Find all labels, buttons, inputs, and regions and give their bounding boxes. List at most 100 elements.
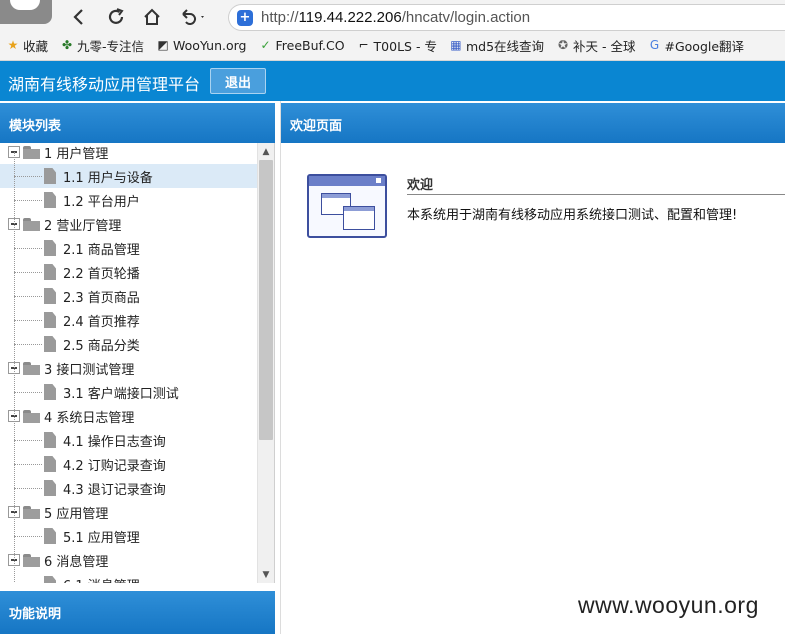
- module-tree: 1 用户管理 1.1 用户与设备 1.2 平台用户 2 营业厅管理 2.1 商品管理 2.…: [0, 143, 257, 583]
- tree-connector: [14, 344, 42, 345]
- url-scheme: http://: [261, 9, 299, 26]
- bookmark-label: T00LS - 专: [373, 38, 437, 54]
- bookmark-item[interactable]: G #Google翻译: [648, 36, 745, 55]
- logout-button[interactable]: 退出: [210, 68, 266, 94]
- tree-leaf-item[interactable]: 2.2 首页轮播: [0, 260, 257, 284]
- tree-folder-item[interactable]: 2 营业厅管理: [0, 212, 257, 236]
- function-desc-header: 功能说明: [0, 591, 275, 634]
- bookmark-item[interactable]: ★ 收藏: [6, 36, 48, 55]
- file-icon: [44, 480, 56, 496]
- reload-icon[interactable]: [103, 4, 129, 30]
- tree-item-label: 6.1 消息管理: [63, 575, 140, 584]
- file-icon: [44, 576, 56, 583]
- wooyun-icon: ◩: [157, 38, 169, 52]
- tree-leaf-item[interactable]: 4.3 退订记录查询: [0, 476, 257, 500]
- tree-folder-item[interactable]: 4 系统日志管理: [0, 404, 257, 428]
- butian-icon: ✪: [558, 38, 569, 52]
- bookmark-item[interactable]: ◩ WooYun.org: [156, 38, 246, 53]
- bookmark-item[interactable]: ⌐ T00LS - 专: [357, 36, 437, 55]
- folder-icon: [23, 145, 40, 159]
- browser-chrome: http://119.44.222.206/hncatv/login.actio…: [0, 0, 785, 61]
- home-icon[interactable]: [139, 4, 165, 30]
- star-icon: ★: [7, 38, 19, 52]
- tree-item-label: 2.5 商品分类: [63, 338, 140, 354]
- tree-item-label: 2.1 商品管理: [63, 242, 140, 258]
- file-icon: [44, 168, 56, 184]
- tree-connector: [14, 440, 42, 441]
- scroll-thumb[interactable]: [259, 160, 273, 440]
- folder-icon: [23, 217, 40, 231]
- file-icon: [44, 336, 56, 352]
- tree-leaf-item[interactable]: 3.1 客户端接口测试: [0, 380, 257, 404]
- grid-icon: ▦: [450, 38, 462, 52]
- tree-item-label: 1 用户管理: [44, 146, 109, 162]
- tools-icon: ⌐: [358, 38, 369, 52]
- tree-folder-item[interactable]: 5 应用管理: [0, 500, 257, 524]
- tree-leaf-item[interactable]: 1.2 平台用户: [0, 188, 257, 212]
- tree-item-label: 6 消息管理: [44, 554, 109, 570]
- tree-leaf-item[interactable]: 2.4 首页推荐: [0, 308, 257, 332]
- tree-leaf-item[interactable]: 4.2 订购记录查询: [0, 452, 257, 476]
- folder-icon: [23, 361, 40, 375]
- file-icon: [44, 192, 56, 208]
- tree-item-label: 4 系统日志管理: [44, 410, 135, 426]
- tree-item-label: 4.3 退订记录查询: [63, 482, 166, 498]
- file-icon: [44, 432, 56, 448]
- watermark: www.wooyun.org: [578, 592, 759, 618]
- back-icon[interactable]: [66, 4, 92, 30]
- undo-history-icon[interactable]: [174, 4, 210, 30]
- google-translate-icon: G: [649, 38, 660, 52]
- tree-leaf-item[interactable]: 2.5 商品分类: [0, 332, 257, 356]
- bookmark-item[interactable]: ▦ md5在线查询: [449, 36, 544, 55]
- file-icon: [44, 528, 56, 544]
- tree-leaf-item[interactable]: 6.1 消息管理: [0, 572, 257, 583]
- bookmark-label: 收藏: [23, 38, 49, 54]
- bookmark-label: 补天 - 全球: [573, 38, 636, 54]
- tree-folder-item[interactable]: 6 消息管理: [0, 548, 257, 572]
- bookmark-label: FreeBuf.CO: [275, 37, 345, 53]
- bookmark-item[interactable]: ✤ 九零-专注信: [60, 36, 144, 55]
- file-icon: [44, 456, 56, 472]
- tree-connector: [14, 536, 42, 537]
- tree-leaf-item[interactable]: 4.1 操作日志查询: [0, 428, 257, 452]
- tree-connector: [14, 488, 42, 489]
- tree-leaf-item[interactable]: 5.1 应用管理: [0, 524, 257, 548]
- bookmark-label: #Google翻译: [664, 38, 745, 54]
- tree-folder-item[interactable]: 1 用户管理: [0, 143, 257, 164]
- bookmark-label: 九零-专注信: [77, 38, 145, 54]
- tree-connector: [14, 392, 42, 393]
- tree-item-label: 2 营业厅管理: [44, 218, 122, 234]
- file-icon: [44, 312, 56, 328]
- address-bar[interactable]: http://119.44.222.206/hncatv/login.actio…: [228, 4, 785, 31]
- tree-item-label: 5 应用管理: [44, 506, 109, 522]
- folder-icon: [23, 409, 40, 423]
- bookmark-label: md5在线查询: [465, 38, 545, 54]
- bookmark-item[interactable]: ✪ 补天 - 全球: [556, 36, 636, 55]
- tree-item-label: 3.1 客户端接口测试: [63, 386, 179, 402]
- scroll-down-icon[interactable]: ▼: [258, 566, 274, 583]
- url-host: 119.44.222.206: [298, 9, 402, 26]
- welcome-page-header: 欢迎页面: [281, 103, 785, 143]
- tree-leaf-item[interactable]: 2.3 首页商品: [0, 284, 257, 308]
- tree-item-label: 4.1 操作日志查询: [63, 434, 166, 450]
- leaf-icon: ✤: [61, 38, 73, 52]
- tree-folder-item[interactable]: 3 接口测试管理: [0, 356, 257, 380]
- tree-leaf-item[interactable]: 1.1 用户与设备: [0, 164, 257, 188]
- file-icon: [44, 384, 56, 400]
- left-panel: 模块列表 1 用户管理 1.1 用户与设备 1.2 平台用户 2 营业厅管理 2.1 商…: [0, 101, 275, 634]
- tree-connector: [14, 272, 42, 273]
- tree-connector: [14, 464, 42, 465]
- tree-connector: [14, 200, 42, 201]
- scroll-up-icon[interactable]: ▲: [258, 143, 274, 160]
- welcome-divider: [407, 194, 785, 195]
- bookmark-item[interactable]: ✓ FreeBuf.CO: [258, 38, 344, 53]
- tree-connector: [14, 176, 42, 177]
- tree-item-label: 5.1 应用管理: [63, 530, 140, 546]
- tree-connector: [14, 296, 42, 297]
- welcome-text: 本系统用于湖南有线移动应用系统接口测试、配置和管理!: [407, 208, 738, 223]
- tree-scrollbar[interactable]: ▲ ▼: [257, 143, 274, 583]
- bookmarks-bar: ★ 收藏 ✤ 九零-专注信 ◩ WooYun.org ✓ FreeBuf.CO ⌐ T00LS -…: [0, 34, 785, 56]
- tree-leaf-item[interactable]: 2.1 商品管理: [0, 236, 257, 260]
- right-panel: 欢迎页面 欢迎 本系统用于湖南有线移动应用系统接口测试、配置和管理!: [280, 101, 785, 634]
- tree-item-label: 4.2 订购记录查询: [63, 458, 166, 474]
